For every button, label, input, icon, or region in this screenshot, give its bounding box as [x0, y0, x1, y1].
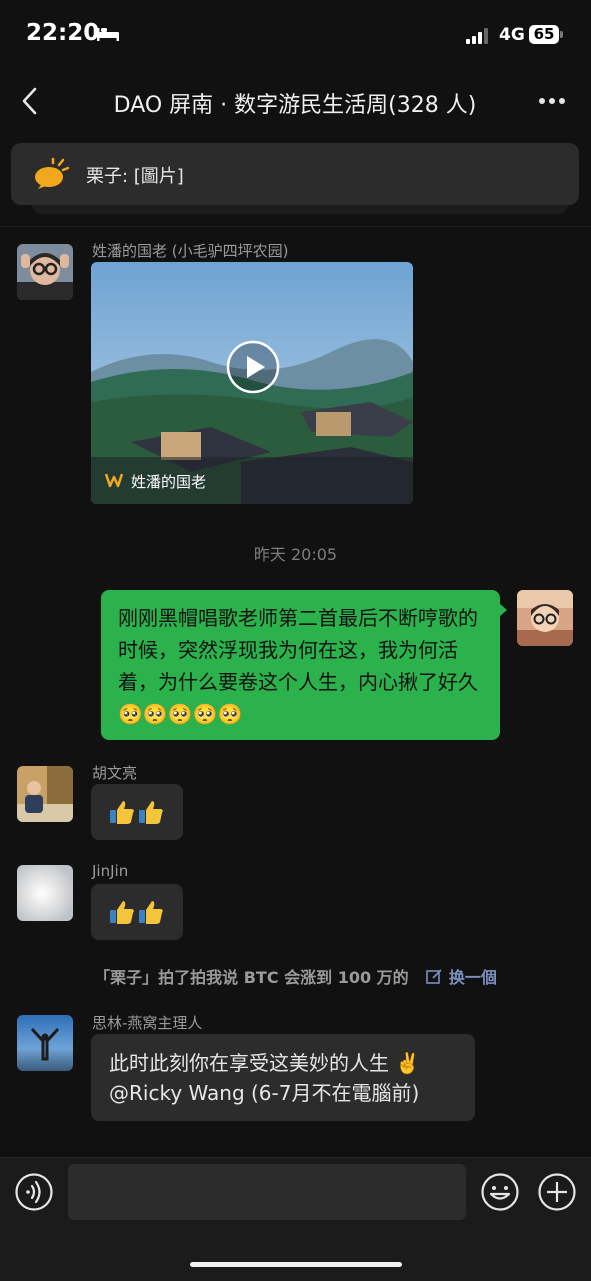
pat-text: 「栗子」拍了拍我说 BTC 会涨到 100 万的 — [94, 968, 409, 987]
signal-icon — [466, 28, 488, 44]
avatar-jinjin[interactable] — [17, 865, 73, 921]
plus-icon[interactable] — [537, 1172, 577, 1212]
avatar-guolao-image — [17, 244, 73, 300]
edit-icon[interactable] — [426, 968, 443, 985]
status-time: 22:20 — [26, 20, 100, 46]
play-icon[interactable] — [225, 339, 281, 395]
divider — [0, 226, 591, 227]
thumbs-up-icon — [139, 801, 163, 824]
emoji-icon[interactable] — [480, 1172, 520, 1212]
back-icon[interactable] — [18, 86, 42, 116]
avatar-hu-image — [17, 766, 73, 822]
avatar-me-image — [517, 590, 573, 646]
message-line-1: 此时此刻你在享受这美妙的人生 ✌️ — [109, 1051, 421, 1075]
sender-name: 思林-燕窝主理人 — [92, 1014, 203, 1032]
mention-line: @Ricky Wang (6-7月不在電腦前) — [109, 1081, 420, 1105]
sender-name: 姓潘的国老 (小毛驴四坪农园) — [92, 242, 289, 260]
my-message-bubble[interactable]: 刚刚黑帽唱歌老师第二首最后不断哼歌的时候，突然浮现我为何在这，我为何活着，为什么… — [101, 590, 500, 740]
thumbs-up-icon — [139, 901, 163, 924]
avatar-jinjin-image — [17, 865, 73, 921]
battery-tip — [560, 31, 563, 38]
thumbs-up-icon — [110, 801, 134, 824]
bubble-tail — [499, 603, 507, 617]
battery-icon: 65 — [529, 25, 559, 44]
system-message: 「栗子」拍了拍我说 BTC 会涨到 100 万的 换一個 — [0, 964, 591, 988]
thumbs-up-icon — [110, 901, 134, 924]
sender-name: JinJin — [92, 862, 129, 880]
avatar-silin-image — [17, 1015, 73, 1071]
voice-icon[interactable] — [14, 1172, 54, 1212]
network-label: 4G — [499, 25, 525, 45]
chat-title: DAO 屏南 · 数字游民生活周(328 人) — [113, 93, 477, 118]
channels-icon — [104, 473, 124, 488]
bed-icon — [97, 28, 119, 41]
avatar-guolao[interactable] — [17, 244, 73, 300]
more-icon[interactable] — [538, 97, 566, 105]
reaction-bubble[interactable] — [91, 784, 183, 840]
sender-name: 胡文亮 — [92, 764, 138, 782]
megaphone-icon — [35, 158, 69, 189]
avatar-hu[interactable] — [17, 766, 73, 822]
pinned-text: 栗子: [圖片] — [86, 166, 184, 187]
video-caption: 姓潘的国老 — [131, 473, 207, 491]
home-indicator — [190, 1262, 402, 1267]
message-bubble[interactable]: 此时此刻你在享受这美妙的人生 ✌️ @Ricky Wang (6-7月不在電腦前… — [91, 1034, 475, 1121]
reaction-bubble[interactable] — [91, 884, 183, 940]
message-input[interactable] — [68, 1164, 466, 1220]
my-message-text: 刚刚黑帽唱歌老师第二首最后不断哼歌的时候，突然浮现我为何在这，我为何活着，为什么… — [118, 606, 478, 726]
change-pat-link[interactable]: 换一個 — [449, 968, 497, 987]
avatar-me[interactable] — [517, 590, 573, 646]
timestamp: 昨天 20:05 — [253, 545, 338, 564]
avatar-silin[interactable] — [17, 1015, 73, 1071]
